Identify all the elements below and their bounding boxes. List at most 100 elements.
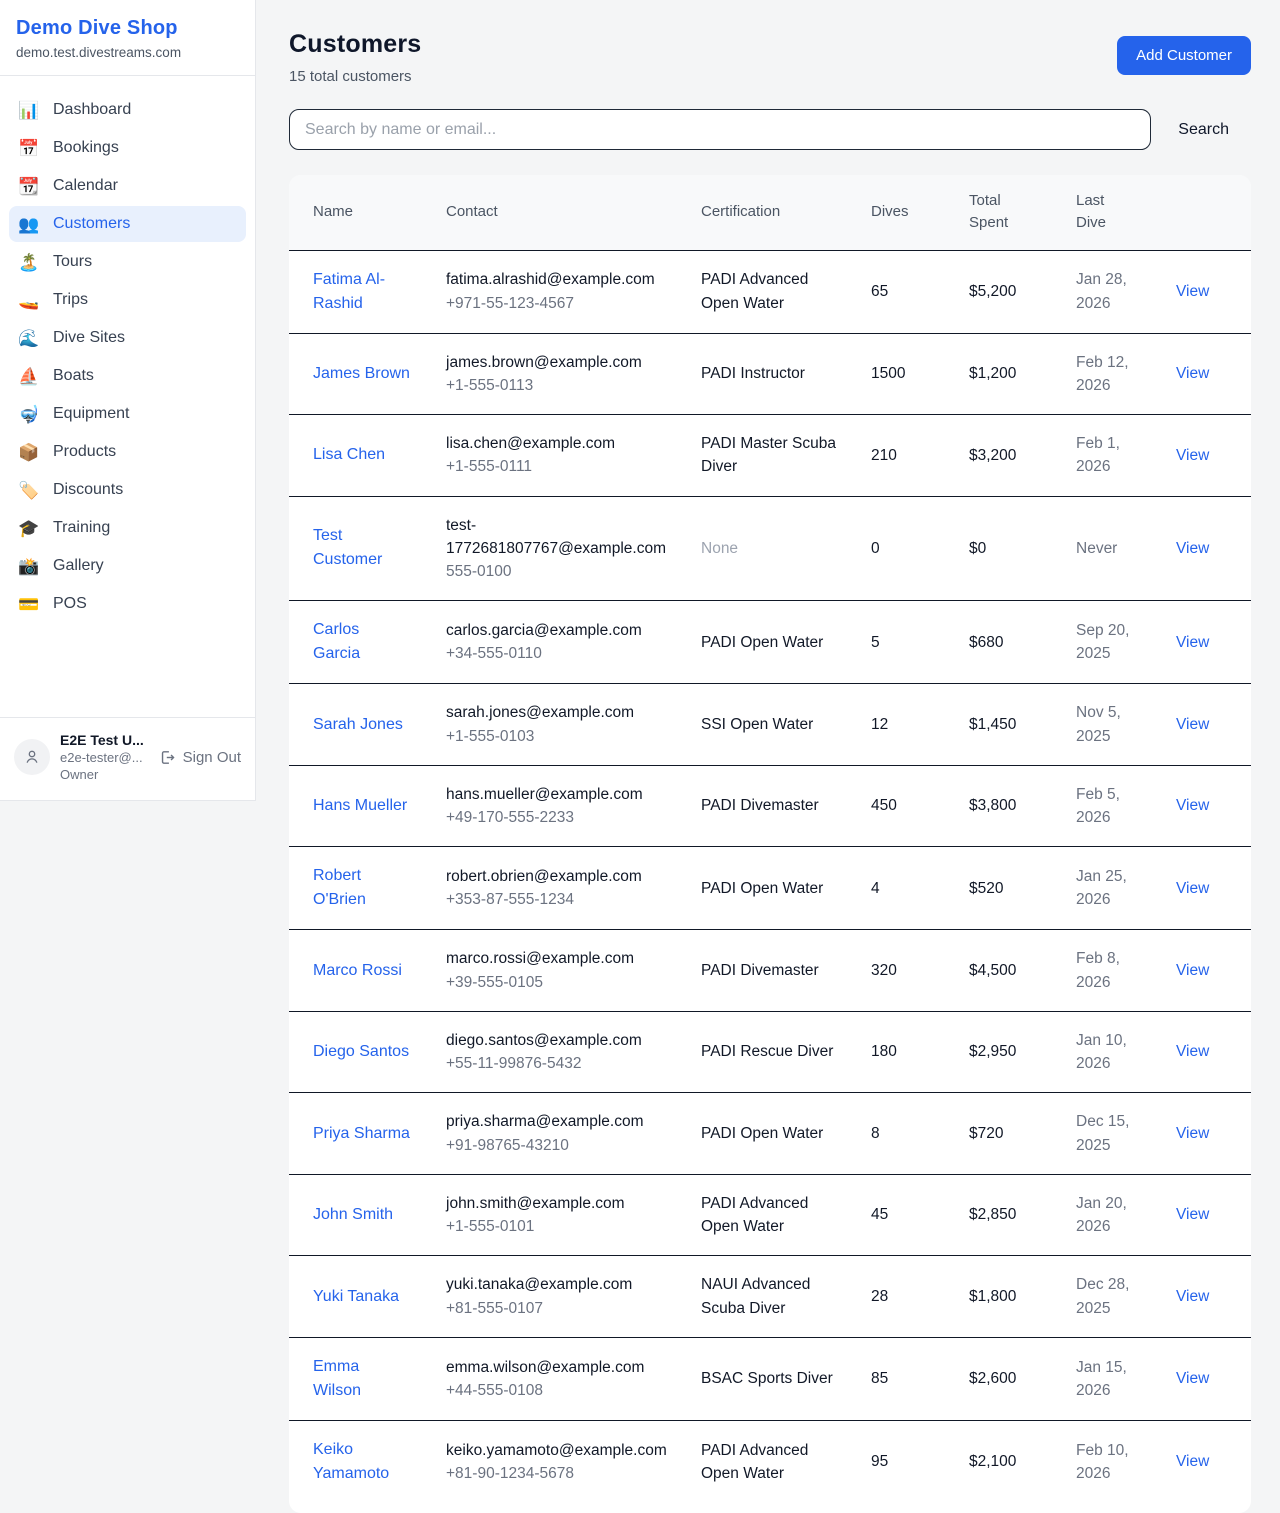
customer-name-link[interactable]: Robert O'Brien (313, 864, 410, 912)
customer-phone: +81-555-0107 (446, 1297, 677, 1320)
customer-name-link[interactable]: Keiko Yamamoto (313, 1438, 410, 1486)
customer-name-link[interactable]: John Smith (313, 1203, 393, 1227)
table-row: Emma Wilsonemma.wilson@example.com+44-55… (289, 1337, 1251, 1420)
sidebar-item-pos[interactable]: 💳POS (9, 586, 246, 622)
customer-name-link[interactable]: Emma Wilson (313, 1355, 410, 1403)
view-link[interactable]: View (1176, 540, 1209, 557)
view-link[interactable]: View (1176, 447, 1209, 464)
customer-dives: 8 (859, 1093, 957, 1175)
customer-name-link[interactable]: Yuki Tanaka (313, 1285, 399, 1309)
sidebar-item-training[interactable]: 🎓 Training (9, 510, 246, 546)
sidebar-item-products[interactable]: 📦Products (9, 434, 246, 470)
island-icon: 🏝️ (18, 254, 40, 271)
view-link[interactable]: View (1176, 283, 1209, 300)
view-link[interactable]: View (1176, 716, 1209, 733)
customer-email: emma.wilson@example.com (446, 1356, 677, 1379)
sidebar-item-dive-sites[interactable]: 🌊 Dive Sites (9, 320, 246, 356)
sidebar-item-label: Tours (53, 253, 92, 271)
customer-phone: +1-555-0101 (446, 1215, 677, 1238)
customer-dives: 95 (859, 1420, 957, 1503)
customer-total-spent: $2,100 (957, 1420, 1064, 1503)
customer-phone: +1-555-0103 (446, 725, 677, 748)
table-header-row: Name Contact Certification Dives Total S… (289, 175, 1251, 250)
view-link[interactable]: View (1176, 880, 1209, 897)
sidebar-item-calendar[interactable]: 📆Calendar (9, 168, 246, 204)
customer-name-link[interactable]: James Brown (313, 362, 410, 386)
view-link[interactable]: View (1176, 1043, 1209, 1060)
customer-phone: 555-0100 (446, 560, 677, 583)
customer-name-link[interactable]: Hans Mueller (313, 794, 407, 818)
credit-card-icon: 💳 (18, 596, 40, 613)
customer-phone: +55-11-99876-5432 (446, 1052, 677, 1075)
user-block: E2E Test U... e2e-tester@... Owner Sign … (0, 717, 255, 800)
sign-out-button[interactable]: Sign Out (159, 749, 241, 766)
customer-phone: +1-555-0113 (446, 374, 677, 397)
customer-name-link[interactable]: Fatima Al-Rashid (313, 268, 410, 316)
view-link[interactable]: View (1176, 962, 1209, 979)
view-link[interactable]: View (1176, 1370, 1209, 1387)
add-customer-button[interactable]: Add Customer (1117, 36, 1251, 75)
customer-last-dive: Jan 15, 2026 (1064, 1337, 1164, 1420)
customer-email: john.smith@example.com (446, 1192, 677, 1215)
sidebar-nav: 📊Dashboard📅Bookings📆Calendar👥Customers🏝️… (0, 76, 255, 717)
view-link[interactable]: View (1176, 365, 1209, 382)
customer-name-link[interactable]: Marco Rossi (313, 959, 402, 983)
column-header-actions (1164, 175, 1251, 250)
graduation-cap-icon: 🎓 (18, 520, 40, 537)
shop-name: Demo Dive Shop (16, 17, 239, 40)
sidebar-item-discounts[interactable]: 🏷️Discounts (9, 472, 246, 508)
sidebar-item-gallery[interactable]: 📸Gallery (9, 548, 246, 584)
customer-name-link[interactable]: Lisa Chen (313, 443, 385, 467)
sidebar-item-boats[interactable]: ⛵Boats (9, 358, 246, 394)
customer-dives: 320 (859, 930, 957, 1012)
page-header: Customers 15 total customers Add Custome… (289, 30, 1251, 85)
sidebar-item-customers[interactable]: 👥Customers (9, 206, 246, 242)
customer-dives: 4 (859, 847, 957, 930)
customer-name-link[interactable]: Sarah Jones (313, 713, 403, 737)
user-role: Owner (60, 767, 149, 782)
customer-name-link[interactable]: Carlos Garcia (313, 618, 410, 666)
sidebar-item-bookings[interactable]: 📅Bookings (9, 130, 246, 166)
table-row: Diego Santosdiego.santos@example.com+55-… (289, 1011, 1251, 1093)
sidebar-item-trips[interactable]: 🚤Trips (9, 282, 246, 318)
customer-total-spent: $4,500 (957, 930, 1064, 1012)
customers-table-card: Name Contact Certification Dives Total S… (289, 175, 1251, 1513)
sidebar-item-label: Training (53, 519, 110, 537)
sidebar-item-tours[interactable]: 🏝️ Tours (9, 244, 246, 280)
search-input[interactable] (289, 109, 1151, 150)
customer-name-link[interactable]: Diego Santos (313, 1040, 409, 1064)
view-link[interactable]: View (1176, 1453, 1209, 1470)
view-link[interactable]: View (1176, 1288, 1209, 1305)
customer-name-link[interactable]: Priya Sharma (313, 1122, 410, 1146)
user-name: E2E Test U... (60, 732, 149, 748)
customer-certification: None (689, 496, 859, 601)
table-row: Marco Rossimarco.rossi@example.com+39-55… (289, 930, 1251, 1012)
table-row: Lisa Chenlisa.chen@example.com+1-555-011… (289, 415, 1251, 497)
customer-total-spent: $3,200 (957, 415, 1064, 497)
customer-last-dive: Feb 8, 2026 (1064, 930, 1164, 1012)
sign-out-label: Sign Out (183, 749, 241, 766)
sidebar-item-dashboard[interactable]: 📊Dashboard (9, 92, 246, 128)
customer-dives: 85 (859, 1337, 957, 1420)
customer-phone: +49-170-555-2233 (446, 806, 677, 829)
customer-last-dive: Jan 25, 2026 (1064, 847, 1164, 930)
sidebar-item-label: Dive Sites (53, 329, 125, 347)
customer-email: priya.sharma@example.com (446, 1110, 677, 1133)
column-header-total-spent: Total Spent (957, 175, 1064, 250)
person-icon (23, 748, 41, 766)
wave-icon: 🌊 (18, 330, 40, 347)
customer-dives: 65 (859, 250, 957, 333)
view-link[interactable]: View (1176, 1206, 1209, 1223)
column-header-name: Name (289, 175, 434, 250)
sidebar-item-label: Bookings (53, 139, 119, 157)
customer-total-spent: $520 (957, 847, 1064, 930)
customer-total-spent: $5,200 (957, 250, 1064, 333)
view-link[interactable]: View (1176, 634, 1209, 651)
sidebar-item-label: Dashboard (53, 101, 131, 119)
view-link[interactable]: View (1176, 1125, 1209, 1142)
sidebar-item-equipment[interactable]: 🤿Equipment (9, 396, 246, 432)
search-button[interactable]: Search (1151, 121, 1251, 139)
view-link[interactable]: View (1176, 797, 1209, 814)
table-row: Sarah Jonessarah.jones@example.com+1-555… (289, 684, 1251, 766)
customer-name-link[interactable]: Test Customer (313, 524, 410, 572)
